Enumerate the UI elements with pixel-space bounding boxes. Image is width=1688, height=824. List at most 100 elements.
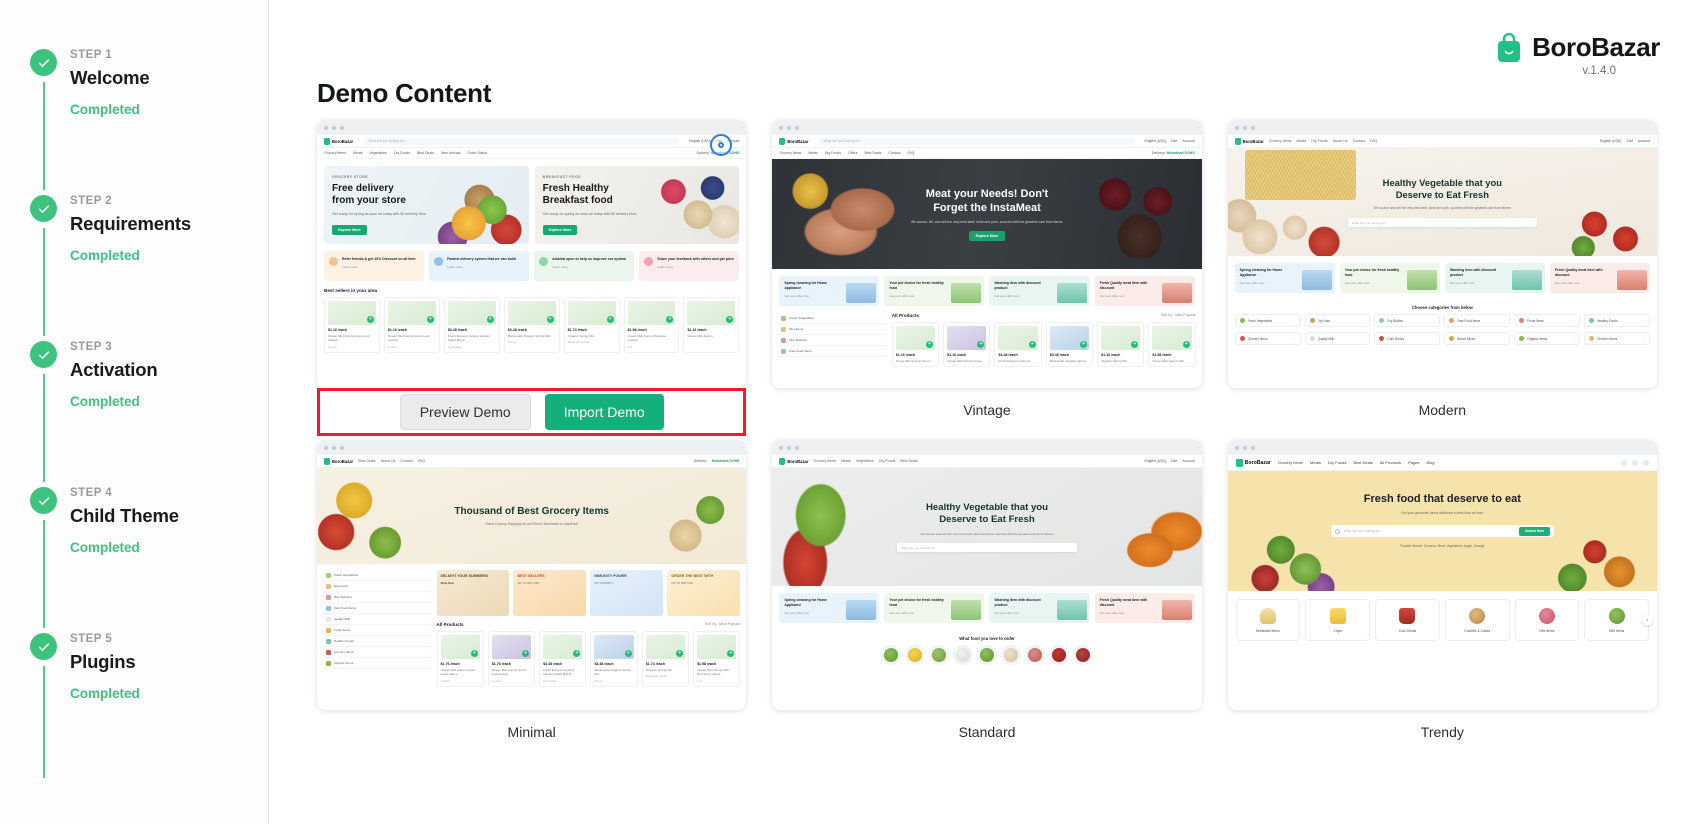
demo-card-minimal[interactable]: BoroBazar Best Deals About Us Contact FA… xyxy=(317,440,747,740)
demo-card-modern[interactable]: BoroBazar Grocery Items Meats Dry Foods … xyxy=(1227,120,1657,418)
step-connector-line xyxy=(43,374,45,482)
step-title: Child Theme xyxy=(70,505,179,526)
mini-site-header: BoroBazar Best Deals About Us Contact FA… xyxy=(317,455,747,468)
hero-search-field[interactable]: What are you looking for... xyxy=(1347,218,1537,228)
mini-search-field: What are you looking for... xyxy=(364,137,679,145)
demo-preview-thumbnail[interactable]: BoroBazar What are you looking for... En… xyxy=(772,120,1202,388)
demo-preview-thumbnail[interactable]: BoroBazar Best Deals About Us Contact FA… xyxy=(317,440,747,710)
check-icon xyxy=(30,341,57,368)
check-icon xyxy=(30,487,57,514)
step-title: Requirements xyxy=(70,213,191,234)
category-chip: Grocery Items › xyxy=(1234,332,1301,345)
coconut-icon xyxy=(1000,645,1021,665)
demo-card-trendy[interactable]: BoroBazar Grocery Items Meats Dry Foods … xyxy=(1227,440,1657,740)
eggs-illustration xyxy=(1227,195,1366,256)
category-row: Spring cleaning for Home Appliance Get yo… xyxy=(1228,256,1657,300)
food-section-title: What food you love to order xyxy=(959,636,1015,641)
demo-card-classic[interactable]: BoroBazar What are you looking for... En… xyxy=(317,120,747,436)
category-chip: Chicken Items › xyxy=(1584,332,1650,345)
sidebar-step-plugins[interactable]: STEP 5 Plugins Completed xyxy=(0,633,268,778)
browser-chrome xyxy=(317,120,747,135)
hero-search-field[interactable]: What are you looking for... Search Now xyxy=(1330,525,1554,537)
category-tile: Cold Drinks xyxy=(1375,599,1440,641)
sidebar-step-child-theme[interactable]: STEP 4 Child Theme Completed xyxy=(0,487,268,632)
pasta-illustration xyxy=(1244,150,1357,200)
step-number: STEP 4 xyxy=(70,487,113,499)
check-icon xyxy=(30,195,57,222)
step-number: STEP 3 xyxy=(70,341,113,353)
sidebar-step-requirements[interactable]: STEP 2 Requirements Completed xyxy=(0,195,268,340)
step-connector-line xyxy=(43,666,45,778)
category-tile: Chips xyxy=(1305,599,1371,641)
produce-illustration-right xyxy=(651,477,747,559)
promo-banner: DELIGHT YOUR SUMMERS! Shop Now xyxy=(436,570,510,616)
greens-illustration xyxy=(772,468,867,586)
category-chip: Dry Bottles › xyxy=(1374,314,1441,327)
import-demo-button[interactable]: Import Demo xyxy=(544,394,664,430)
category-tile: Diet Items xyxy=(1584,599,1649,641)
brand-name: BoroBazar xyxy=(1532,32,1660,62)
product-card: + $3.48 /each Fresh Express Iceberg xyxy=(994,322,1042,368)
product-card: + $3.48 /each Fresh Express Iceberg Garden… xyxy=(443,297,500,353)
browser-chrome xyxy=(772,440,1202,455)
step-status: Completed xyxy=(70,248,140,263)
search-icon xyxy=(1334,528,1340,534)
cart-icon[interactable] xyxy=(1632,459,1638,466)
browser-chrome xyxy=(1227,440,1657,455)
product-card: + $1.98 /each Ocean Mist Farms with Romain… xyxy=(693,631,741,687)
category-chip-row: Fresh Vegetables › Dry Nuts › Dry Bottles ›… xyxy=(1228,314,1657,332)
explore-more-button: Explore More xyxy=(542,224,578,235)
demo-preview-thumbnail[interactable]: BoroBazar Grocery Items Meats Dry Foods … xyxy=(1227,440,1657,710)
breakfast-illustration xyxy=(644,170,740,242)
step-connector-line xyxy=(43,228,45,336)
account-icon[interactable] xyxy=(1643,459,1649,466)
popular-search-text: Popular Search: Coconut, Meat, Vegetable… xyxy=(1400,544,1485,548)
carrots-illustration xyxy=(1098,505,1202,586)
shopping-bag-icon xyxy=(1498,32,1521,62)
sidebar-step-welcome[interactable]: STEP 1 Welcome Completed xyxy=(0,49,268,194)
demo-preview-thumbnail[interactable]: BoroBazar Grocery Items Meats Dry Foods … xyxy=(1227,120,1657,388)
mini-site-header: BoroBazar Grocery Items Meats Dry Foods … xyxy=(1227,135,1657,148)
mini-site-header: BoroBazar Grocery Items Meats Dry Foods … xyxy=(1227,455,1657,471)
product-card: + $1.74 /each Organic Spring Mix About per … xyxy=(641,631,690,687)
product-card: + $3.48 /each Marketside Organic Spring Mi… xyxy=(590,631,638,687)
broccoli-icon xyxy=(880,645,901,665)
demo-preview-thumbnail[interactable]: BoroBazar What are you looking for... En… xyxy=(317,120,747,388)
onion-icon xyxy=(1024,645,1045,665)
demo-card-standard[interactable]: BoroBazar Grocery Items Meats Vegetables… xyxy=(772,440,1202,740)
search-icon[interactable] xyxy=(1621,459,1627,466)
step-title: Activation xyxy=(70,359,158,380)
product-card: + $3.48 /each Marketside Organic Spring Mi… xyxy=(503,297,560,353)
hero-search-field[interactable]: What are you looking for... xyxy=(896,543,1078,553)
product-card: + $1.76 /each Ocean Mist Farms Green Leaf … xyxy=(436,631,484,687)
category-chip: Organic Items › xyxy=(1514,332,1581,345)
watermelon-icon xyxy=(976,645,997,665)
product-card: + $1.76 /each Ocean Mist Farms Green Leaf … xyxy=(487,631,536,687)
demo-caption: Modern xyxy=(1418,402,1467,418)
category-chip: Dry Nuts › xyxy=(1304,314,1371,327)
demo-preview-thumbnail[interactable]: BoroBazar Grocery Items Meats Vegetables… xyxy=(772,440,1202,710)
category-row: Spring cleaning for Home Appliance Get yo… xyxy=(772,269,1201,313)
tomato-illustration xyxy=(1549,197,1657,256)
category-chip: Fresh Vegetables › xyxy=(1234,314,1301,327)
promo-row: Refer friends & get 10% Discount on all … xyxy=(317,251,746,288)
category-card: Your pet choice for fresh healthy food Ge… xyxy=(1339,263,1440,293)
chevron-right-icon[interactable]: › xyxy=(1642,614,1653,626)
product-card: + $1.16 /each Ocean Mist Farms Green Leaf … xyxy=(383,297,440,353)
product-card: + $1.16 /each Ocean Mist Farms xyxy=(683,297,740,353)
hero-banner-vegetable: Healthy Vegetable that you Deserve to Ea… xyxy=(1227,148,1657,256)
step-status: Completed xyxy=(70,540,140,555)
sidebar-step-activation[interactable]: STEP 3 Activation Completed xyxy=(0,341,268,486)
search-now-button[interactable]: Search Now xyxy=(1519,526,1550,536)
demo-caption: Trendy xyxy=(1420,724,1464,740)
category-tile: Breakfast Items xyxy=(1235,599,1301,641)
explore-more-button: Explore More xyxy=(332,224,367,235)
category-chip-row: Grocery Items › Quality Milk › Cold Drinks… xyxy=(1228,332,1657,350)
step-title: Welcome xyxy=(70,67,150,88)
mini-site-header: BoroBazar What are you looking for... En… xyxy=(317,135,747,148)
category-tile: Deli Items xyxy=(1514,599,1580,641)
preview-demo-button[interactable]: Preview Demo xyxy=(399,394,531,430)
brand-version: v.1.4.0 xyxy=(1582,65,1616,77)
demo-card-vintage[interactable]: BoroBazar What are you looking for... En… xyxy=(772,120,1202,418)
category-sidebar: Fresh Vegetables › Diet Items › Diet Nutri… xyxy=(778,313,887,367)
